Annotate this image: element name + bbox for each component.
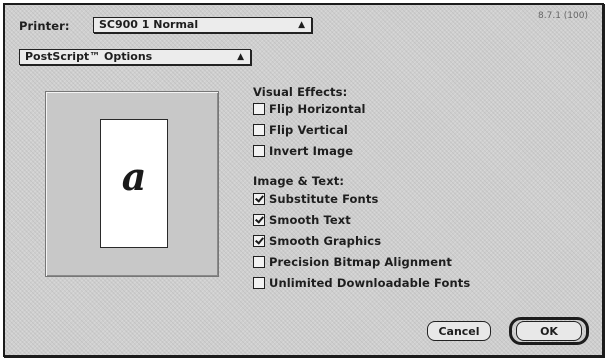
ok-button[interactable]: OK [516,321,582,341]
smooth-graphics-label: Smooth Graphics [269,234,382,248]
printer-label: Printer: [19,19,70,33]
preview-page: a [100,119,168,248]
ok-button-default-ring: OK [509,317,589,345]
flip-vertical-checkbox[interactable]: Flip Vertical [253,123,348,137]
checkbox-checked-icon[interactable] [253,214,265,226]
substitute-fonts-checkbox[interactable]: Substitute Fonts [253,192,378,206]
invert-image-checkbox[interactable]: Invert Image [253,144,353,158]
popup-arrows-icon: ▲ [237,52,244,62]
checkbox-checked-icon[interactable] [253,193,265,205]
flip-horizontal-checkbox[interactable]: Flip Horizontal [253,102,366,116]
options-popup[interactable]: PostScript™ Options ▲ [19,49,251,65]
unlimited-downloadable-fonts-checkbox[interactable]: Unlimited Downloadable Fonts [253,276,470,290]
printer-popup-value: SC900 1 Normal [99,18,199,31]
smooth-text-label: Smooth Text [269,213,351,227]
printer-popup[interactable]: SC900 1 Normal ▲ [93,17,312,33]
visual-effects-heading: Visual Effects: [253,85,348,99]
preview-pane: a [45,91,219,277]
checkbox-icon[interactable] [253,103,265,115]
smooth-text-checkbox[interactable]: Smooth Text [253,213,351,227]
checkbox-icon[interactable] [253,124,265,136]
substitute-fonts-label: Substitute Fonts [269,192,379,206]
version-label: 8.7.1 (100) [538,11,588,21]
flip-vertical-label: Flip Vertical [269,123,348,137]
popup-arrows-icon: ▲ [298,20,305,30]
checkbox-icon[interactable] [253,277,265,289]
image-text-heading: Image & Text: [253,174,345,188]
flip-horizontal-label: Flip Horizontal [269,102,366,116]
cancel-button[interactable]: Cancel [427,321,491,341]
smooth-graphics-checkbox[interactable]: Smooth Graphics [253,234,381,248]
invert-image-label: Invert Image [269,144,354,158]
checkbox-checked-icon[interactable] [253,235,265,247]
precision-bitmap-alignment-checkbox[interactable]: Precision Bitmap Alignment [253,255,452,269]
checkbox-icon[interactable] [253,145,265,157]
precision-bitmap-alignment-label: Precision Bitmap Alignment [269,255,452,269]
unlimited-downloadable-fonts-label: Unlimited Downloadable Fonts [269,276,471,290]
postscript-options-dialog: 8.7.1 (100) Printer: SC900 1 Normal ▲ Po… [3,3,604,357]
preview-glyph: a [121,154,147,199]
checkbox-icon[interactable] [253,256,265,268]
options-popup-value: PostScript™ Options [25,50,153,63]
